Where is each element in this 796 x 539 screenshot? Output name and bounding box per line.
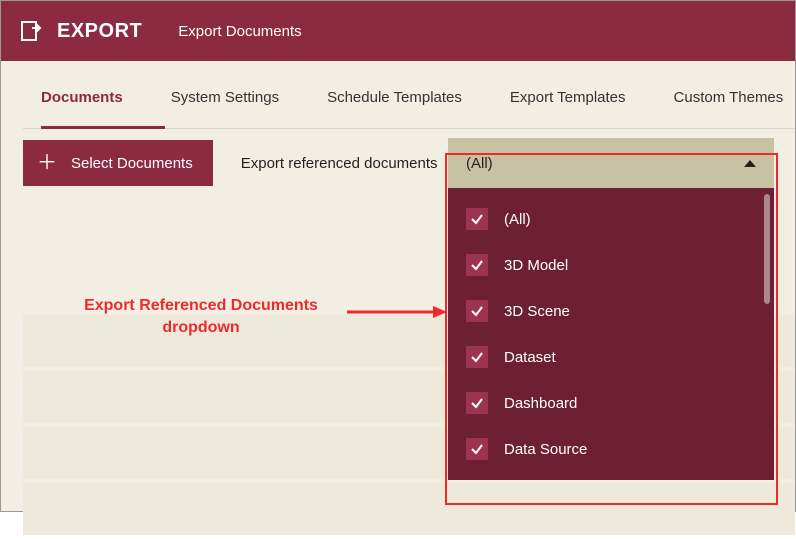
tab-schedule-templates[interactable]: Schedule Templates xyxy=(327,89,462,120)
dropdown-panel: (All) 3D Model 3D Scene Dataset xyxy=(448,188,774,480)
select-documents-button[interactable]: ＋ Select Documents xyxy=(23,140,213,186)
dropdown-option-label: 3D Scene xyxy=(504,303,570,320)
select-documents-label: Select Documents xyxy=(71,155,193,172)
dropdown-option-label: Data Source xyxy=(504,441,587,458)
export-referenced-dropdown: (All) (All) 3D Model 3D Scene xyxy=(448,138,774,480)
header-title: EXPORT xyxy=(57,20,142,43)
annotation-arrow-icon xyxy=(347,304,447,325)
dropdown-selected-value: (All) xyxy=(466,155,493,172)
scrollbar-thumb[interactable] xyxy=(764,194,770,304)
dropdown-option-label: Dataset xyxy=(504,349,556,366)
annotation-line1: Export Referenced Documents xyxy=(84,297,318,314)
tab-export-templates[interactable]: Export Templates xyxy=(510,89,626,120)
tab-system-settings[interactable]: System Settings xyxy=(171,89,279,120)
dropdown-option-label: Dashboard xyxy=(504,395,577,412)
content-area: Documents System Settings Schedule Templ… xyxy=(1,61,795,186)
checkbox-checked-icon xyxy=(466,208,488,230)
checkbox-checked-icon xyxy=(466,346,488,368)
app-header: EXPORT Export Documents xyxy=(1,1,795,61)
dropdown-option-label: 3D Model xyxy=(504,257,568,274)
dropdown-option-label: (All) xyxy=(504,211,531,228)
tab-documents[interactable]: Documents xyxy=(41,89,123,120)
dropdown-option-dataset[interactable]: Dataset xyxy=(448,334,774,380)
tab-custom-themes[interactable]: Custom Themes xyxy=(674,89,784,120)
dropdown-toggle[interactable]: (All) xyxy=(448,138,774,188)
toolbar: ＋ Select Documents Export referenced doc… xyxy=(1,120,795,186)
tab-bar: Documents System Settings Schedule Templ… xyxy=(1,61,795,120)
bg-row xyxy=(23,483,795,535)
annotation-text: Export Referenced Documents dropdown xyxy=(61,295,341,338)
dropdown-option-dashboard[interactable]: Dashboard xyxy=(448,380,774,426)
header-subtitle: Export Documents xyxy=(178,23,301,40)
export-referenced-label: Export referenced documents xyxy=(241,155,438,172)
checkbox-checked-icon xyxy=(466,392,488,414)
dropdown-option-3d-model[interactable]: 3D Model xyxy=(448,242,774,288)
chevron-up-icon xyxy=(744,160,756,167)
checkbox-checked-icon xyxy=(466,254,488,276)
checkbox-checked-icon xyxy=(466,300,488,322)
dropdown-option-data-source[interactable]: Data Source xyxy=(448,426,774,472)
dropdown-option-all[interactable]: (All) xyxy=(448,196,774,242)
plus-icon: ＋ xyxy=(37,153,57,173)
export-icon xyxy=(19,19,43,43)
annotation-line2: dropdown xyxy=(162,319,239,336)
dropdown-option-3d-scene[interactable]: 3D Scene xyxy=(448,288,774,334)
checkbox-checked-icon xyxy=(466,438,488,460)
